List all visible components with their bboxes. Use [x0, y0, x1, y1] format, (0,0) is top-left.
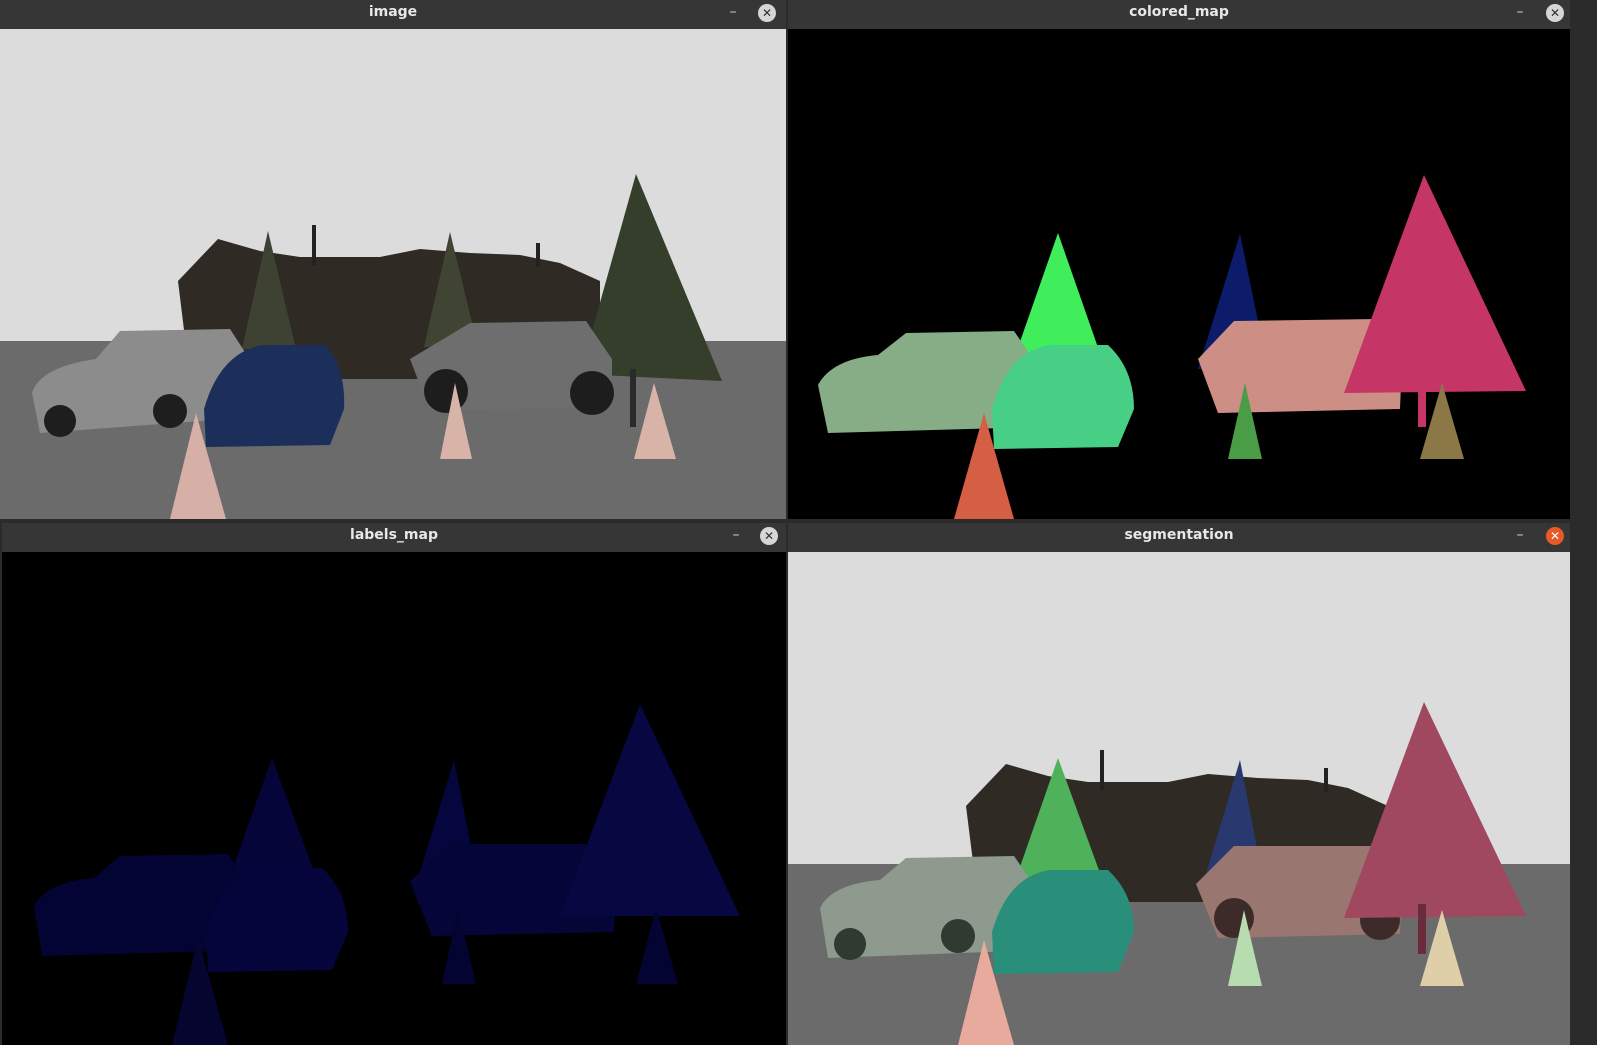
labels-map-titlebar[interactable]: labels_map – ✕	[2, 523, 786, 552]
colored-map-canvas	[788, 29, 1570, 519]
segmentation-window[interactable]: segmentation – ✕	[788, 523, 1570, 1045]
minimize-icon[interactable]: –	[1510, 3, 1530, 23]
window-title: segmentation	[1124, 527, 1234, 543]
minimize-icon[interactable]: –	[1510, 526, 1530, 546]
labels-map-window[interactable]: labels_map – ✕	[2, 523, 786, 1045]
segmentation-canvas	[788, 552, 1570, 1045]
close-icon[interactable]: ✕	[758, 4, 776, 22]
minimize-icon[interactable]: –	[723, 3, 743, 23]
labels-map-image	[2, 552, 786, 1045]
minimize-icon[interactable]: –	[726, 526, 746, 546]
segmentation-overlay-image	[788, 552, 1570, 1045]
colored-map-titlebar[interactable]: colored_map – ✕	[788, 0, 1570, 29]
colored-map-window[interactable]: colored_map – ✕	[788, 0, 1570, 519]
window-title: image	[368, 4, 418, 20]
labels-map-canvas	[2, 552, 786, 1045]
close-icon[interactable]: ✕	[760, 527, 778, 545]
window-title: labels_map	[350, 527, 438, 543]
colored-map-image	[788, 29, 1570, 519]
rendered-scene	[0, 29, 786, 519]
close-icon[interactable]: ✕	[1546, 4, 1564, 22]
segmentation-titlebar[interactable]: segmentation – ✕	[788, 523, 1570, 552]
window-title: colored_map	[1129, 4, 1229, 20]
image-window[interactable]: image – ✕	[0, 0, 786, 519]
image-canvas	[0, 29, 786, 519]
image-titlebar[interactable]: image – ✕	[0, 0, 786, 29]
close-icon[interactable]: ✕	[1546, 527, 1564, 545]
